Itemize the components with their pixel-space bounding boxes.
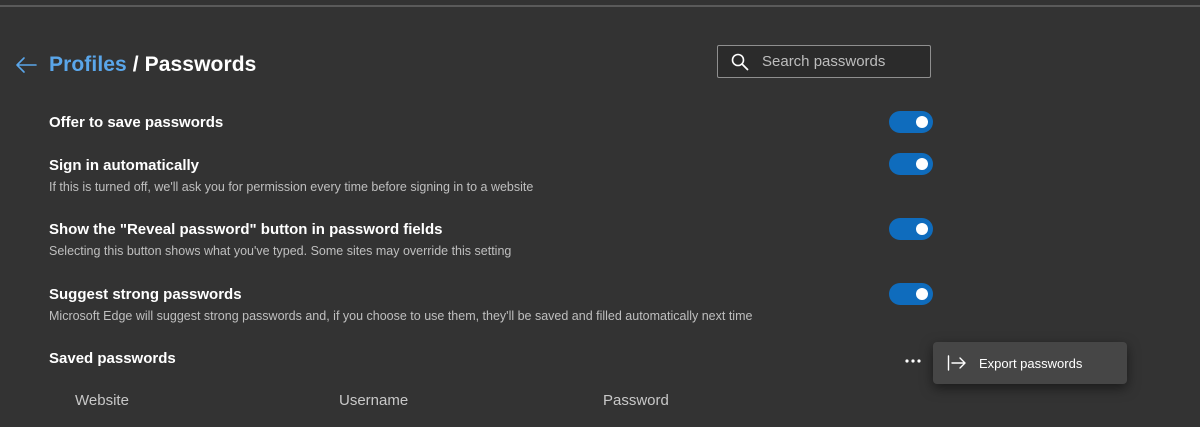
breadcrumb-current: Passwords <box>144 53 257 76</box>
passwords-settings-page: Profiles / Passwords Offer to save passw… <box>0 0 1200 427</box>
setting-offer-to-save: Offer to save passwords <box>49 111 933 133</box>
search-icon <box>730 52 750 72</box>
toggle-knob <box>916 116 928 128</box>
column-header-username[interactable]: Username <box>339 392 408 409</box>
search-input[interactable] <box>762 53 922 70</box>
setting-reveal-password-button: Show the "Reveal password" button in pas… <box>49 218 933 258</box>
export-icon <box>947 355 966 371</box>
setting-suggest-strong-passwords: Suggest strong passwords Microsoft Edge … <box>49 283 933 323</box>
column-header-password[interactable]: Password <box>603 392 669 409</box>
page-header: Profiles / Passwords <box>14 48 256 82</box>
export-passwords-label: Export passwords <box>979 355 1083 371</box>
more-options-button[interactable] <box>900 348 926 374</box>
suggest-strong-passwords-toggle[interactable] <box>889 283 933 305</box>
setting-title: Sign in automatically <box>49 157 200 174</box>
setting-title: Suggest strong passwords <box>49 286 242 303</box>
more-options-menu: Export passwords <box>933 342 1127 384</box>
page-title: Profiles / Passwords <box>49 53 256 77</box>
setting-description: Microsoft Edge will suggest strong passw… <box>49 309 753 323</box>
breadcrumb-separator: / <box>126 53 145 76</box>
toggle-knob <box>916 223 928 235</box>
setting-title: Show the "Reveal password" button in pas… <box>49 221 443 238</box>
search-box[interactable] <box>717 45 931 78</box>
column-header-website[interactable]: Website <box>75 392 129 409</box>
setting-description: If this is turned off, we'll ask you for… <box>49 180 534 194</box>
reveal-password-toggle[interactable] <box>889 218 933 240</box>
top-divider <box>0 5 1200 7</box>
more-horizontal-icon <box>905 359 921 363</box>
breadcrumb-profiles-link[interactable]: Profiles <box>49 53 127 76</box>
setting-title: Offer to save passwords <box>49 114 224 131</box>
saved-passwords-heading: Saved passwords <box>49 350 176 367</box>
sign-in-automatically-toggle[interactable] <box>889 153 933 175</box>
toggle-knob <box>916 158 928 170</box>
offer-to-save-toggle[interactable] <box>889 111 933 133</box>
toggle-knob <box>916 288 928 300</box>
menu-item-export-passwords[interactable]: Export passwords <box>947 355 1082 371</box>
setting-sign-in-automatically: Sign in automatically If this is turned … <box>49 153 933 194</box>
back-arrow-icon[interactable] <box>14 53 38 77</box>
setting-description: Selecting this button shows what you've … <box>49 244 512 258</box>
